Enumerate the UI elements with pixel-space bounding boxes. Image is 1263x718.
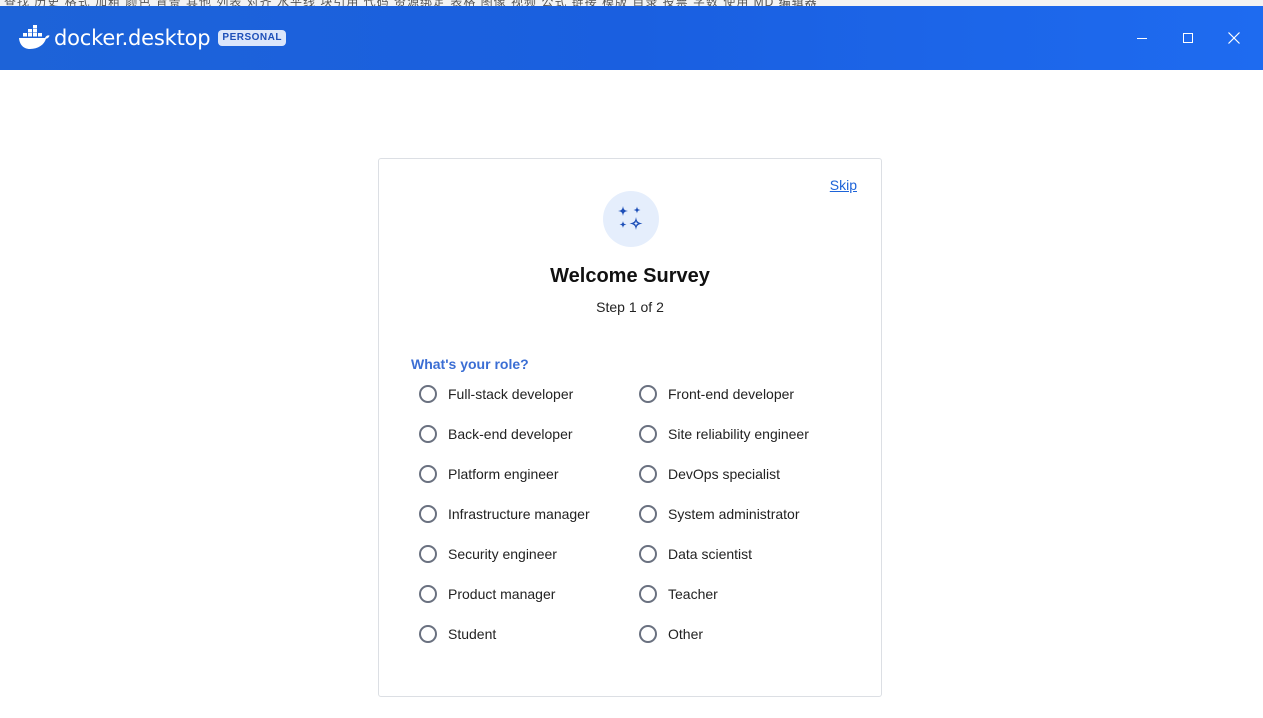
role-option-label: DevOps specialist: [668, 466, 781, 482]
role-option[interactable]: Front-end developer: [639, 381, 859, 407]
sparkles-icon: [618, 206, 643, 230]
radio-button[interactable]: [419, 505, 437, 523]
role-option[interactable]: Data scientist: [639, 541, 859, 567]
radio-button[interactable]: [419, 545, 437, 563]
role-option-label: Infrastructure manager: [448, 506, 590, 522]
role-option-label: Other: [668, 626, 704, 642]
radio-button[interactable]: [639, 625, 657, 643]
role-option-label: Full-stack developer: [448, 386, 574, 402]
radio-button[interactable]: [419, 585, 437, 603]
minimize-button[interactable]: [1129, 25, 1155, 51]
maximize-button[interactable]: [1175, 25, 1201, 51]
role-options-group: Full-stack developer Front-end developer…: [419, 381, 859, 661]
radio-button[interactable]: [419, 425, 437, 443]
role-option-label: Back-end developer: [448, 426, 573, 442]
app-wordmark: docker.desktop: [54, 26, 211, 50]
role-option[interactable]: DevOps specialist: [639, 461, 859, 487]
maximize-icon: [1183, 33, 1193, 43]
app-brand: docker.desktop PERSONAL: [18, 23, 286, 53]
close-button[interactable]: [1221, 25, 1247, 51]
welcome-survey-card: Skip Welcome Survey Step 1 of 2 What's y…: [378, 158, 882, 697]
radio-button[interactable]: [639, 585, 657, 603]
role-option[interactable]: Site reliability engineer: [639, 421, 859, 447]
radio-button[interactable]: [639, 545, 657, 563]
role-option[interactable]: Infrastructure manager: [419, 501, 639, 527]
role-option-label: Security engineer: [448, 546, 557, 562]
radio-button[interactable]: [639, 425, 657, 443]
role-option[interactable]: Product manager: [419, 581, 639, 607]
role-option[interactable]: System administrator: [639, 501, 859, 527]
role-question-label: What's your role?: [411, 356, 529, 372]
minimize-icon: [1137, 38, 1147, 39]
role-option-label: System administrator: [668, 506, 800, 522]
radio-button[interactable]: [419, 385, 437, 403]
close-icon: [1228, 32, 1240, 44]
app-titlebar: docker.desktop PERSONAL: [0, 6, 1263, 70]
edition-badge: PERSONAL: [218, 30, 286, 46]
radio-button[interactable]: [639, 505, 657, 523]
role-option[interactable]: Security engineer: [419, 541, 639, 567]
survey-hero-badge: [603, 191, 659, 247]
role-option-label: Front-end developer: [668, 386, 795, 402]
role-option[interactable]: Full-stack developer: [419, 381, 639, 407]
radio-button[interactable]: [419, 625, 437, 643]
radio-button[interactable]: [419, 465, 437, 483]
role-option[interactable]: Student: [419, 621, 639, 647]
skip-link[interactable]: Skip: [830, 177, 857, 193]
role-option-label: Data scientist: [668, 546, 753, 562]
role-option[interactable]: Platform engineer: [419, 461, 639, 487]
role-option-label: Platform engineer: [448, 466, 559, 482]
radio-button[interactable]: [639, 465, 657, 483]
role-option-label: Site reliability engineer: [668, 426, 809, 442]
role-option-label: Product manager: [448, 586, 556, 602]
role-option[interactable]: Teacher: [639, 581, 859, 607]
survey-title: Welcome Survey: [550, 265, 710, 287]
role-option-label: Teacher: [668, 586, 718, 602]
radio-button[interactable]: [639, 385, 657, 403]
survey-step-indicator: Step 1 of 2: [596, 299, 664, 315]
role-option-label: Student: [448, 626, 497, 642]
docker-whale-icon: [19, 25, 50, 49]
role-option[interactable]: Other: [639, 621, 859, 647]
role-option[interactable]: Back-end developer: [419, 421, 639, 447]
